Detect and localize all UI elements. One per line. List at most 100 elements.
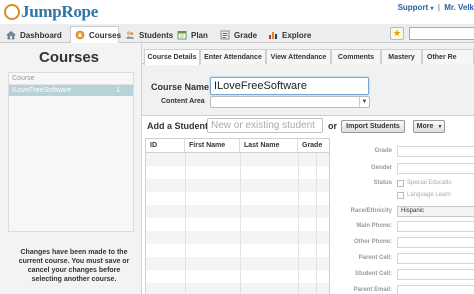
grade-field[interactable] xyxy=(397,146,474,157)
nav-label: Students xyxy=(139,30,174,40)
nav-item-dashboard[interactable]: Dashboard xyxy=(2,27,70,43)
search-input[interactable] xyxy=(409,27,474,40)
course-name-label: Course Name • xyxy=(151,82,215,92)
nav-item-students[interactable]: Students xyxy=(121,27,174,43)
students-panel: Add a Student: New or existing student o… xyxy=(142,115,474,294)
table-row xyxy=(146,218,329,231)
nav-label: Plan xyxy=(191,30,208,40)
race-ethnicity-label: Race/Ethnicity xyxy=(350,208,392,214)
nav-label: Explore xyxy=(282,30,312,40)
sidebar-title: Courses xyxy=(38,49,100,66)
column-divider xyxy=(185,153,186,294)
home-icon xyxy=(6,30,16,40)
course-list-item[interactable]: ILoveFreeSoftware 1 xyxy=(9,85,133,96)
more-button[interactable]: More xyxy=(413,120,437,133)
parent-email-label: Parent Email: xyxy=(353,287,392,293)
parent-email-field[interactable] xyxy=(397,285,474,294)
table-row xyxy=(146,179,329,192)
tab-mastery[interactable]: Mastery xyxy=(381,49,422,64)
parent-cell-field[interactable] xyxy=(397,253,474,264)
parent-cell-label: Parent Cell: xyxy=(358,255,392,261)
other-phone-field[interactable] xyxy=(397,237,474,248)
course-list-header: Course xyxy=(9,73,133,85)
student-cell-label: Student Cell: xyxy=(355,271,392,277)
utility-links: Support ▾ | Mr. Velk xyxy=(398,3,474,12)
nav-label: Courses xyxy=(89,30,122,40)
gender-field[interactable] xyxy=(397,163,474,174)
table-row xyxy=(146,153,329,166)
column-header-id[interactable]: ID xyxy=(146,139,185,153)
courses-icon xyxy=(75,30,85,40)
tab-enter-attendance[interactable]: Enter Attendance xyxy=(200,49,266,64)
course-name: ILoveFreeSoftware xyxy=(12,87,72,94)
nav-item-explore[interactable]: Explore xyxy=(264,27,318,43)
student-cell-field[interactable] xyxy=(397,269,474,280)
tab-comments[interactable]: Comments xyxy=(331,49,381,64)
logo-icon xyxy=(4,4,20,20)
language-learner-label: Language Learn xyxy=(407,192,451,198)
nav-item-grade[interactable]: Grade xyxy=(216,27,261,43)
table-row xyxy=(146,166,329,179)
column-divider xyxy=(240,153,241,294)
courses-sidebar: Courses Course ILoveFreeSoftware 1 Chang… xyxy=(0,43,142,294)
app-window: JumpRope Support ▾ | Mr. Velk Dashboard … xyxy=(0,0,474,294)
course-name-input[interactable]: ILoveFreeSoftware xyxy=(210,77,369,95)
unsaved-changes-message: Changes have been made to the current co… xyxy=(18,249,130,283)
logo-text: JumpRope xyxy=(21,2,98,21)
chevron-down-icon[interactable]: ▼ xyxy=(359,97,369,107)
column-header-last-name[interactable]: Last Name xyxy=(240,139,298,153)
students-table: ID First Name Last Name Grade xyxy=(145,138,330,294)
course-tabs: Course Details Enter Attendance View Att… xyxy=(142,47,474,65)
status-label: Status xyxy=(373,180,392,186)
table-row xyxy=(146,283,329,294)
main-phone-field[interactable] xyxy=(397,221,474,232)
star-icon[interactable]: ★ xyxy=(390,27,404,40)
student-detail-form: Grade Gender Status Special Educatio Lan… xyxy=(334,138,474,294)
nav-label: Grade xyxy=(234,30,258,40)
support-link[interactable]: Support xyxy=(398,3,429,12)
special-education-checkbox[interactable] xyxy=(397,180,404,187)
table-row xyxy=(146,231,329,244)
import-students-button[interactable]: Import Students xyxy=(341,120,405,133)
language-learner-checkbox[interactable] xyxy=(397,192,404,199)
column-header-first-name[interactable]: First Name xyxy=(185,139,240,153)
separator: | xyxy=(437,3,440,12)
header: JumpRope Support ▾ | Mr. Velk xyxy=(0,0,474,24)
grade-icon xyxy=(220,30,230,40)
plan-icon xyxy=(177,30,187,40)
add-student-input[interactable]: New or existing student xyxy=(207,118,323,133)
explore-icon xyxy=(268,30,278,40)
course-count: 1 xyxy=(116,87,120,94)
table-row xyxy=(146,244,329,257)
user-link[interactable]: Mr. Velk xyxy=(444,3,474,12)
other-phone-label: Other Phone: xyxy=(353,239,392,245)
column-header-grade[interactable]: Grade xyxy=(298,139,329,153)
or-label: or xyxy=(328,121,337,131)
chevron-down-icon[interactable]: ▼ xyxy=(436,120,445,133)
column-divider xyxy=(298,153,299,294)
tab-other-reports[interactable]: Other Re xyxy=(422,49,474,64)
table-row xyxy=(146,192,329,205)
grade-label: Grade xyxy=(374,148,392,154)
logo[interactable]: JumpRope xyxy=(4,2,98,22)
nav-label: Dashboard xyxy=(20,30,62,40)
table-row xyxy=(146,270,329,283)
special-education-label: Special Educatio xyxy=(407,180,452,186)
nav-item-plan[interactable]: Plan xyxy=(173,27,213,43)
content-area-label: Content Area xyxy=(161,98,205,105)
content-area-select[interactable]: ▼ xyxy=(210,96,370,108)
table-row xyxy=(146,205,329,218)
tab-view-attendance[interactable]: View Attendance xyxy=(266,49,331,64)
add-student-label: Add a Student: xyxy=(147,121,211,131)
chevron-down-icon[interactable]: ▾ xyxy=(430,6,433,12)
column-divider xyxy=(316,153,317,294)
gender-label: Gender xyxy=(370,165,392,171)
table-row xyxy=(146,257,329,270)
main-nav: Dashboard Courses Students Plan Grade Ex… xyxy=(0,24,474,43)
students-icon xyxy=(125,30,135,40)
tab-course-details[interactable]: Course Details xyxy=(144,49,200,65)
main-content: Course Details Enter Attendance View Att… xyxy=(142,43,474,294)
race-ethnicity-select[interactable]: Hispanic xyxy=(397,206,474,217)
main-phone-label: Main Phone: xyxy=(356,223,392,229)
nav-item-courses[interactable]: Courses xyxy=(70,26,122,43)
